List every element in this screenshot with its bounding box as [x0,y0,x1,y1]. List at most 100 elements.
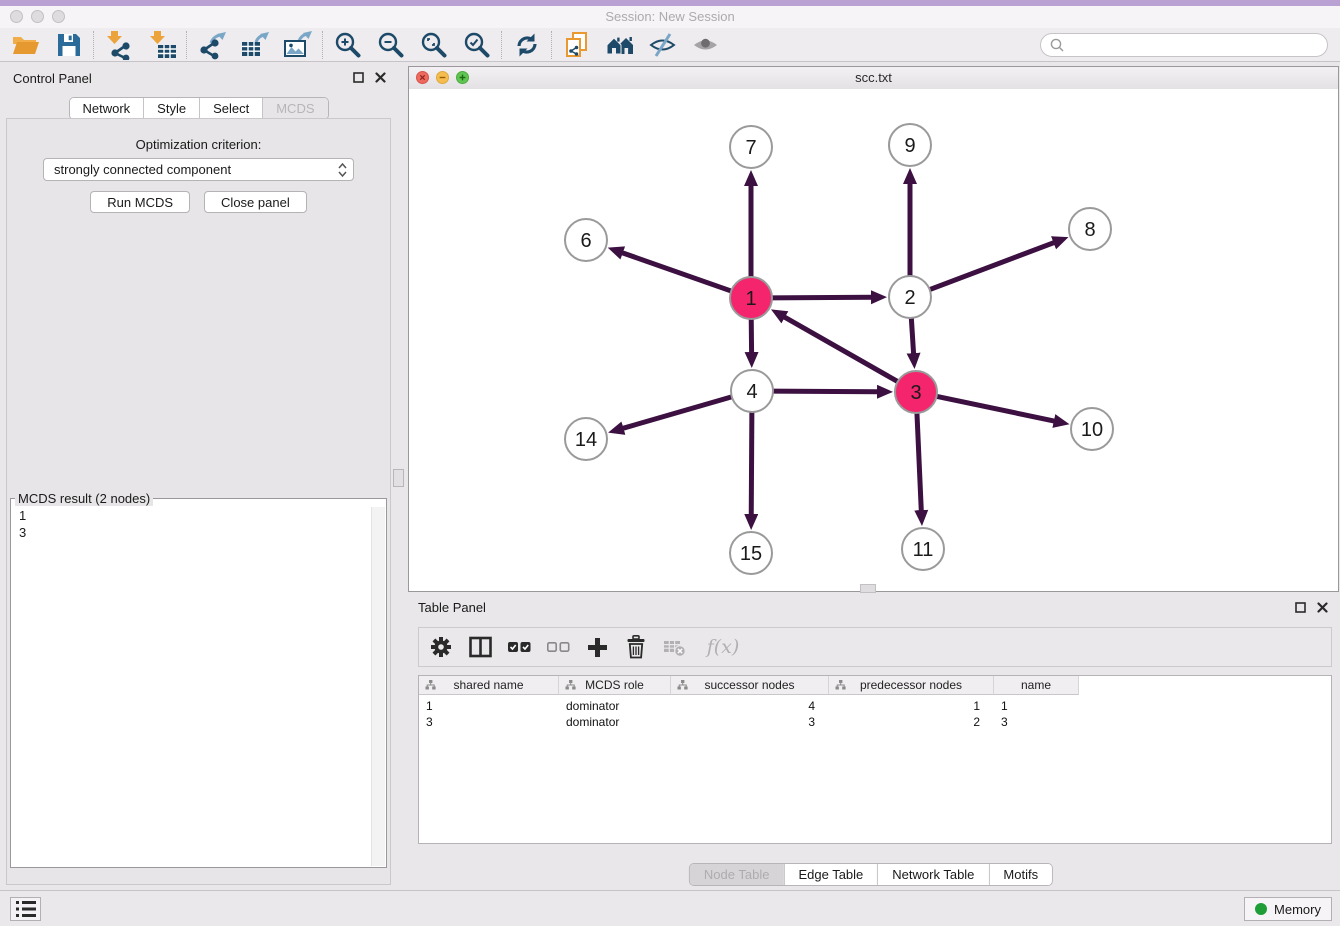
task-history-button[interactable] [10,897,41,921]
network-window-titlebar[interactable]: scc.txt [409,67,1338,90]
network-close-button[interactable] [416,71,429,84]
import-table-button[interactable] [140,30,183,60]
refresh-view-button[interactable] [505,30,548,60]
tree-icon [565,680,576,690]
tab-edge-table[interactable]: Edge Table [783,864,877,885]
zoom-selected-button[interactable] [455,30,498,60]
graph-node-14[interactable]: 14 [565,418,607,460]
column-header-name[interactable]: name [994,676,1079,695]
export-table-button[interactable] [233,30,276,60]
hide-graphics-details-button[interactable] [641,30,684,60]
save-session-button[interactable] [47,30,90,60]
plus-icon [587,637,608,658]
copy-current-view-button[interactable] [555,30,598,60]
dropdown-stepper-icon [338,162,347,178]
network-minimize-button[interactable] [436,71,449,84]
graph-edge-2-8[interactable] [928,242,1055,290]
tab-node-table[interactable]: Node Table [690,864,784,885]
table-settings-button[interactable] [428,634,454,660]
column-header-predecessor-nodes[interactable]: predecessor nodes [829,676,994,695]
mcds-result-title: MCDS result (2 nodes) [15,491,153,506]
tab-network[interactable]: Network [69,98,143,119]
graph-edge-1-6[interactable] [622,253,733,292]
memory-button[interactable]: Memory [1244,897,1332,921]
graph-edge-4-15[interactable] [751,410,752,515]
toolbar-separator [551,31,552,59]
show-graphics-details-button[interactable] [684,30,727,60]
graph-node-1[interactable]: 1 [730,277,772,319]
graph-node-9[interactable]: 9 [889,124,931,166]
home-button[interactable] [598,30,641,60]
open-session-button[interactable] [4,30,47,60]
toolbar-separator [93,31,94,59]
tab-network-table[interactable]: Network Table [877,864,988,885]
tab-style[interactable]: Style [143,98,199,119]
graph-edge-2-3[interactable] [911,316,913,354]
graph-edge-4-14[interactable] [623,396,734,428]
deselect-all-button[interactable] [545,634,571,660]
tab-select[interactable]: Select [199,98,262,119]
cell-name: 3 [994,715,1079,729]
cell-predecessor-nodes: 1 [829,699,994,713]
graph-edge-3-11[interactable] [917,411,921,511]
graph-edge-3-1[interactable] [784,317,899,383]
import-table-icon [147,30,177,60]
tab-mcds[interactable]: MCDS [262,98,327,119]
graph-edge-4-3[interactable] [771,391,878,392]
session-title: Session: New Session [0,9,1340,24]
zoom-in-button[interactable] [326,30,369,60]
close-panel-button[interactable]: Close panel [204,191,307,213]
table-row[interactable]: 1 dominator 4 1 1 [419,698,1331,714]
table-toolbar: f(x) [418,627,1332,667]
graph-node-8[interactable]: 8 [1069,208,1111,250]
export-network-button[interactable] [190,30,233,60]
graph-node-11[interactable]: 11 [902,528,944,570]
node-table: shared name MCDS role successor nodes pr… [418,675,1332,844]
cell-successor-nodes: 4 [671,699,829,713]
network-graph[interactable]: 7 9 6 8 1 2 4 3 14 10 15 11 [409,89,1338,591]
control-panel-tabs: Network Style Select MCDS [68,97,328,120]
zoom-in-icon [333,30,362,59]
cell-mcds-role: dominator [559,699,671,713]
search-box[interactable] [1040,33,1328,57]
close-panel-icon[interactable] [1317,602,1328,613]
tree-icon [835,680,846,690]
graph-edge-3-10[interactable] [935,396,1055,421]
horizontal-splitter-grip[interactable] [860,584,876,593]
graph-node-3[interactable]: 3 [895,371,937,413]
show-column-button[interactable] [467,634,493,660]
export-image-icon [283,30,313,60]
network-canvas[interactable]: 7 9 6 8 1 2 4 3 14 10 15 11 [409,89,1338,591]
float-panel-icon[interactable] [353,72,364,83]
search-input[interactable] [1070,36,1318,53]
graph-node-2[interactable]: 2 [889,276,931,318]
delete-column-button[interactable] [623,634,649,660]
graph-node-6[interactable]: 6 [565,219,607,261]
graph-node-10[interactable]: 10 [1071,408,1113,450]
criterion-dropdown[interactable]: strongly connected component [43,158,354,181]
save-floppy-icon [56,32,82,58]
tab-motifs[interactable]: Motifs [988,864,1052,885]
create-column-button[interactable] [584,634,610,660]
select-all-button[interactable] [506,634,532,660]
run-mcds-button[interactable]: Run MCDS [90,191,190,213]
column-header-successor-nodes[interactable]: successor nodes [671,676,829,695]
graph-node-7[interactable]: 7 [730,126,772,168]
float-panel-icon[interactable] [1295,602,1306,613]
export-image-button[interactable] [276,30,319,60]
graph-node-4[interactable]: 4 [731,370,773,412]
close-panel-icon[interactable] [375,72,386,83]
vertical-splitter-grip[interactable] [393,469,404,487]
table-row[interactable]: 3 dominator 3 2 3 [419,714,1331,730]
graph-node-15[interactable]: 15 [730,532,772,574]
export-network-icon [197,30,227,60]
import-network-button[interactable] [97,30,140,60]
zoom-fit-button[interactable] [412,30,455,60]
result-scrollbar[interactable] [371,507,385,866]
column-header-shared-name[interactable]: shared name [419,676,559,695]
graph-edge-1-2[interactable] [770,297,872,298]
control-panel: Control Panel Network Style Select MCDS … [0,62,397,891]
column-header-mcds-role[interactable]: MCDS role [559,676,671,695]
network-zoom-button[interactable] [456,71,469,84]
zoom-out-button[interactable] [369,30,412,60]
